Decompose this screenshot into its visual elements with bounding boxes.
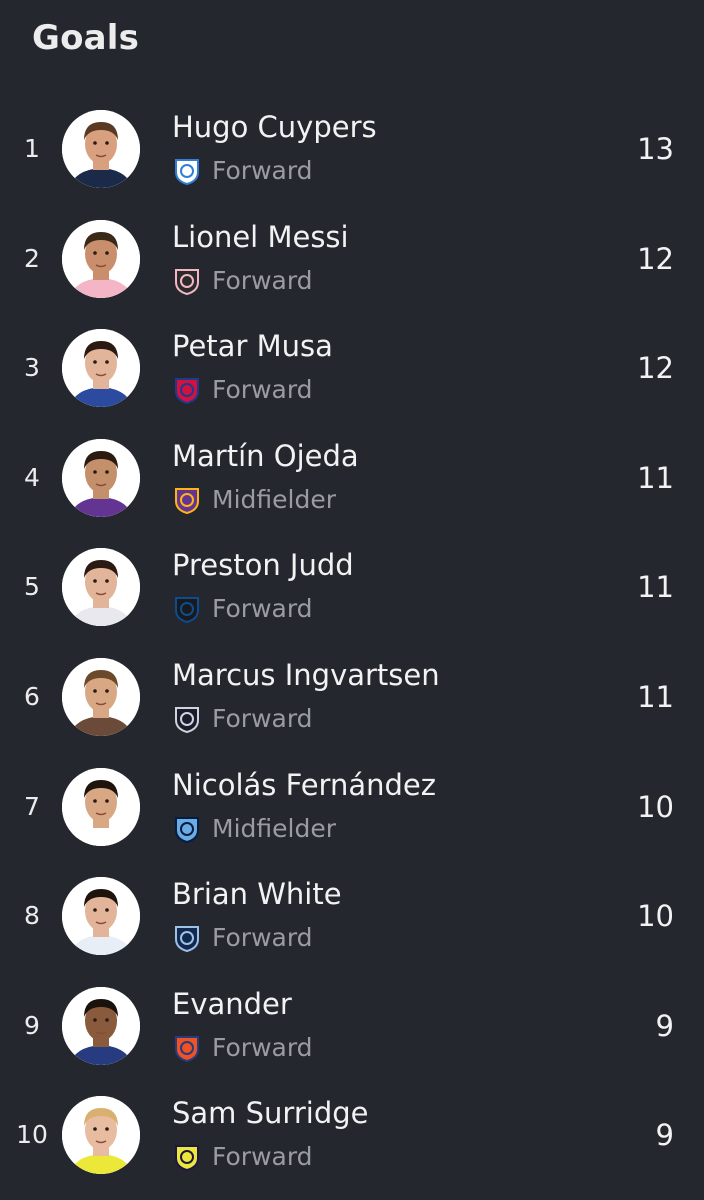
player-avatar[interactable] (62, 329, 140, 408)
player-name[interactable]: Marcus Ingvartsen (172, 658, 440, 692)
goal-count: 13 (637, 132, 674, 166)
page-title: Goals (32, 18, 140, 58)
leaderboard-row[interactable]: 10 Sam Surridge Forward 9 (0, 1082, 704, 1192)
san-jose-icon (172, 594, 202, 624)
player-name[interactable]: Martín Ojeda (172, 439, 359, 473)
leaderboard-row[interactable]: 5 Preston Judd Forward 11 (0, 534, 704, 644)
player-position: Forward (212, 156, 313, 185)
goal-count: 12 (637, 351, 674, 386)
player-rank: 4 (24, 462, 40, 492)
goal-count: 10 (637, 789, 674, 824)
player-rank: 9 (24, 1010, 40, 1040)
leaderboard-row[interactable]: 9 Evander Forward 9 (0, 973, 704, 1083)
player-name[interactable]: Evander (172, 987, 292, 1021)
goal-count: 10 (637, 899, 674, 934)
player-avatar[interactable] (62, 657, 140, 736)
player-position: Forward (212, 1032, 313, 1062)
player-name[interactable]: Sam Surridge (172, 1096, 369, 1130)
inter-miami-icon (172, 266, 202, 296)
player-rank: 6 (24, 681, 40, 711)
player-avatar[interactable] (62, 1096, 140, 1175)
leaderboard-row[interactable]: 7 Nicolás Fernández Midfielder 10 (0, 754, 704, 864)
player-position: Forward (212, 703, 313, 733)
orlando-city-icon (172, 485, 202, 515)
nycfc-icon (172, 814, 202, 844)
leaderboard-row[interactable]: 6 Marcus Ingvartsen Forward 11 (0, 644, 704, 754)
chicago-fire-icon (172, 156, 202, 186)
goal-count: 11 (637, 679, 674, 714)
leaderboard-row[interactable]: 4 Martín Ojeda Midfielder 11 (0, 425, 704, 535)
player-rank: 5 (24, 572, 40, 602)
goals-leaderboard-list: 1 Hugo Cuypers Forward 13 2 Lionel Messi F… (0, 96, 704, 1192)
player-avatar[interactable] (62, 986, 140, 1065)
player-avatar[interactable] (62, 110, 140, 188)
san-diego-icon (172, 704, 202, 734)
player-rank: 3 (24, 353, 40, 383)
vancouver-icon (172, 923, 202, 953)
player-position: Forward (212, 265, 313, 295)
player-rank: 10 (16, 1120, 48, 1150)
player-position: Midfielder (212, 484, 336, 514)
leaderboard-row[interactable]: 2 Lionel Messi Forward 12 (0, 206, 704, 316)
player-avatar[interactable] (62, 877, 140, 956)
player-rank: 1 (24, 134, 40, 163)
player-avatar[interactable] (62, 548, 140, 627)
player-name[interactable]: Hugo Cuypers (172, 110, 377, 144)
fc-dallas-icon (172, 375, 202, 405)
fc-cincinnati-icon (172, 1033, 202, 1063)
player-rank: 2 (24, 243, 40, 273)
player-position: Forward (212, 594, 313, 624)
goal-count: 11 (637, 460, 674, 495)
player-name[interactable]: Nicolás Fernández (172, 768, 436, 802)
player-rank: 8 (24, 901, 40, 931)
player-position: Forward (212, 923, 313, 953)
player-name[interactable]: Lionel Messi (172, 220, 349, 254)
player-avatar[interactable] (62, 219, 140, 298)
player-name[interactable]: Brian White (172, 877, 342, 911)
player-avatar[interactable] (62, 767, 140, 846)
leaderboard-row[interactable]: 3 Petar Musa Forward 12 (0, 315, 704, 425)
player-name[interactable]: Preston Judd (172, 548, 354, 582)
player-position: Forward (212, 1142, 313, 1172)
player-avatar[interactable] (62, 438, 140, 517)
player-rank: 7 (24, 791, 40, 821)
player-position: Forward (212, 375, 313, 405)
leaderboard-row[interactable]: 8 Brian White Forward 10 (0, 863, 704, 973)
player-name[interactable]: Petar Musa (172, 329, 333, 363)
goal-count: 9 (655, 1118, 674, 1153)
goal-count: 11 (637, 570, 674, 605)
leaderboard-row[interactable]: 1 Hugo Cuypers Forward 13 (0, 96, 704, 206)
goal-count: 12 (637, 241, 674, 276)
goal-count: 9 (655, 1008, 674, 1043)
nashville-icon (172, 1142, 202, 1172)
player-position: Midfielder (212, 813, 336, 843)
